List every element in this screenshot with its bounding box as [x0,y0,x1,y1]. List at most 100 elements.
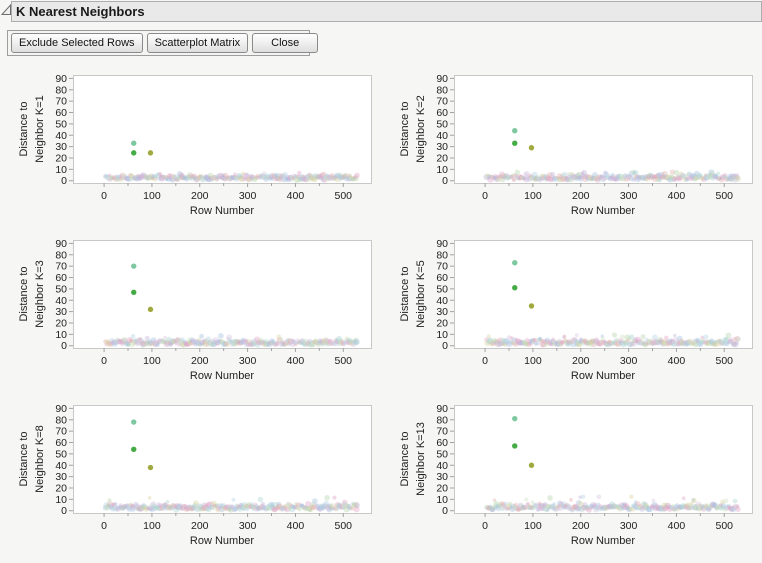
knn-scatterplot[interactable]: 01020304050607080900 100 200 300 400 500Row N… [424,71,754,219]
exclude-selected-rows-button[interactable]: Exclude Selected Rows [11,33,143,53]
svg-text:80: 80 [436,249,448,261]
svg-text:10: 10 [55,494,67,506]
svg-text:20: 20 [55,482,67,494]
svg-text:30: 30 [55,306,67,318]
svg-text:0: 0 [61,340,67,352]
svg-text:0: 0 [442,505,448,517]
svg-text:0: 0 [442,340,448,352]
svg-text:20: 20 [436,152,448,164]
svg-text:60: 60 [436,107,448,119]
svg-text:400: 400 [668,355,686,367]
svg-text:90: 90 [55,403,67,415]
svg-text:10: 10 [436,329,448,341]
knn-scatterplot[interactable]: 01020304050607080900 100 200 300 400 500Row N… [43,401,373,549]
svg-text:500: 500 [715,520,733,532]
svg-text:400: 400 [668,190,686,202]
svg-text:40: 40 [436,295,448,307]
svg-text:90: 90 [436,238,448,250]
svg-text:500: 500 [715,190,733,202]
svg-text:80: 80 [436,414,448,426]
svg-text:60: 60 [55,437,67,449]
svg-text:100: 100 [143,520,161,532]
knn-plot-cell: Distance to Neighbor K=1 0 10 20 30 40 50 60 70 8… [0,68,381,233]
svg-text:20: 20 [436,482,448,494]
scatterplot-matrix-button[interactable]: Scatterplot Matrix [146,33,249,53]
svg-text:70: 70 [55,261,67,273]
svg-text:300: 300 [239,190,257,202]
svg-text:20: 20 [55,317,67,329]
svg-text:80: 80 [55,414,67,426]
svg-text:40: 40 [55,130,67,142]
svg-text:0: 0 [101,355,107,367]
svg-text:500: 500 [334,355,352,367]
svg-text:300: 300 [620,190,638,202]
svg-text:20: 20 [436,317,448,329]
svg-text:90: 90 [436,403,448,415]
svg-text:500: 500 [715,355,733,367]
svg-text:30: 30 [55,471,67,483]
svg-text:50: 50 [436,118,448,130]
svg-text:0: 0 [482,190,488,202]
svg-text:60: 60 [55,272,67,284]
toolbar-panel: Exclude Selected Rows Scatterplot Matrix… [7,30,319,56]
svg-text:Row Number: Row Number [571,535,636,547]
svg-text:60: 60 [55,107,67,119]
svg-text:500: 500 [334,520,352,532]
svg-text:90: 90 [436,73,448,85]
svg-text:0: 0 [442,175,448,187]
knn-scatterplot[interactable]: 01020304050607080900 100 200 300 400 500Row N… [424,401,754,549]
knn-scatterplot[interactable]: 01020304050607080900 100 200 300 400 500Row N… [43,236,373,384]
svg-text:200: 200 [191,355,209,367]
svg-text:100: 100 [143,190,161,202]
close-button[interactable]: Close [252,33,319,53]
svg-text:80: 80 [55,84,67,96]
svg-text:Row Number: Row Number [571,370,636,382]
knn-plot-cell: Distance to Neighbor K=8 0 10 20 30 40 50 60 70 8… [0,398,381,563]
svg-text:300: 300 [239,520,257,532]
svg-text:30: 30 [436,141,448,153]
svg-text:Row Number: Row Number [190,370,255,382]
svg-text:10: 10 [55,164,67,176]
svg-text:40: 40 [55,460,67,472]
svg-text:400: 400 [668,520,686,532]
svg-text:70: 70 [436,261,448,273]
knn-plot-cell: Distance to Neighbor K=2 0 10 20 30 40 50 60 70 8… [381,68,762,233]
svg-text:60: 60 [436,272,448,284]
svg-text:100: 100 [524,355,542,367]
svg-text:40: 40 [55,295,67,307]
svg-text:80: 80 [55,249,67,261]
svg-text:0: 0 [482,520,488,532]
svg-text:90: 90 [55,73,67,85]
svg-text:40: 40 [436,130,448,142]
report-header-bar: K Nearest Neighbors [11,1,762,22]
svg-text:50: 50 [436,283,448,295]
svg-text:70: 70 [55,426,67,438]
knn-scatterplot[interactable]: 01020304050607080900 100 200 300 400 500Row N… [424,236,754,384]
svg-text:0: 0 [61,505,67,517]
svg-text:0: 0 [482,355,488,367]
svg-text:60: 60 [436,437,448,449]
svg-text:500: 500 [334,190,352,202]
svg-text:10: 10 [436,164,448,176]
svg-text:Row Number: Row Number [190,535,255,547]
svg-text:Row Number: Row Number [571,205,636,217]
svg-text:90: 90 [55,238,67,250]
svg-text:0: 0 [61,175,67,187]
svg-text:50: 50 [55,283,67,295]
svg-text:200: 200 [191,520,209,532]
page-title: K Nearest Neighbors [16,4,145,19]
svg-text:0: 0 [101,190,107,202]
svg-text:10: 10 [55,329,67,341]
svg-text:40: 40 [436,460,448,472]
svg-text:200: 200 [572,190,590,202]
knn-plot-cell: Distance to Neighbor K=13 0 10 20 30 40 50 60 70… [381,398,762,563]
svg-text:100: 100 [524,190,542,202]
svg-text:300: 300 [239,355,257,367]
svg-text:300: 300 [620,520,638,532]
knn-scatterplot[interactable]: 01020304050607080900 100 200 300 400 500Row N… [43,71,373,219]
svg-text:30: 30 [436,471,448,483]
svg-text:0: 0 [101,520,107,532]
svg-text:100: 100 [143,355,161,367]
svg-text:70: 70 [436,96,448,108]
svg-text:70: 70 [436,426,448,438]
